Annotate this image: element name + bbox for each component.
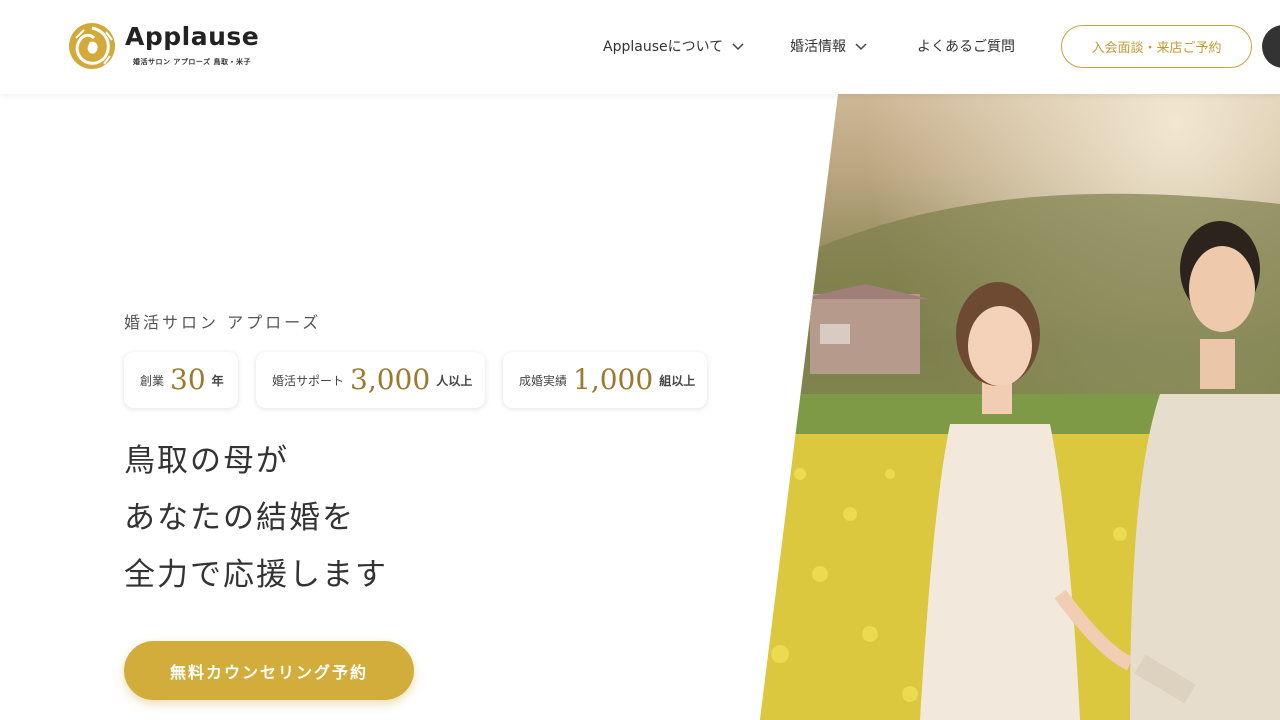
logo-wordmark: Applause: [125, 22, 260, 51]
headline-line: 全力で応援します: [124, 557, 388, 593]
badge-label: 創業: [140, 373, 165, 388]
nav-item-about[interactable]: Applauseについて: [603, 36, 745, 56]
headline-line: 鳥取の母が: [124, 443, 289, 479]
menu-icon[interactable]: [1262, 25, 1280, 68]
chevron-down-icon: [732, 43, 744, 51]
logo[interactable]: Applause 婚活サロン アプローズ 鳥取・米子: [66, 20, 266, 72]
nav-item-faq[interactable]: よくあるご質問: [917, 36, 1015, 56]
hero-eyebrow: 婚活サロン アプローズ: [124, 313, 322, 332]
reservation-button[interactable]: 入会面談・来店ご予約: [1061, 25, 1252, 68]
headline-line: あなたの結婚を: [124, 500, 355, 536]
badge-number: 30: [170, 363, 206, 396]
badge-label: 婚活サポート: [272, 373, 345, 388]
couple-illustration: [760, 94, 1280, 720]
badge-number: 3,000: [350, 363, 431, 396]
badge-number: 1,000: [573, 363, 654, 396]
nav-item-label: よくあるご質問: [917, 39, 1015, 55]
hero-headline: 鳥取の母が あなたの結婚を 全力で応援します: [124, 438, 388, 609]
nav-item-konkatsu-info[interactable]: 婚活情報: [790, 36, 868, 56]
chevron-down-icon: [855, 43, 867, 51]
badge-unit: 人以上: [436, 373, 473, 388]
nav-item-label: 婚活情報: [790, 39, 846, 55]
badge-support: 婚活サポート 3,000 人以上: [256, 352, 485, 408]
badge-unit: 年: [211, 373, 224, 388]
free-counseling-button[interactable]: 無料カウンセリング予約: [124, 641, 414, 700]
badge-marriages: 成婚実績 1,000 組以上: [503, 352, 707, 408]
badge-label: 成婚実績: [519, 373, 568, 388]
hero-couple-photo: [760, 94, 1280, 720]
logo-subtitle: 婚活サロン アプローズ 鳥取・米子: [133, 58, 252, 66]
badge-founded: 創業 30 年: [124, 352, 238, 408]
site-header: Applause 婚活サロン アプローズ 鳥取・米子 Applauseについて …: [0, 0, 1280, 94]
badge-unit: 組以上: [659, 373, 696, 388]
logo-rose-icon: [69, 23, 115, 69]
nav-item-label: Applauseについて: [603, 39, 724, 55]
